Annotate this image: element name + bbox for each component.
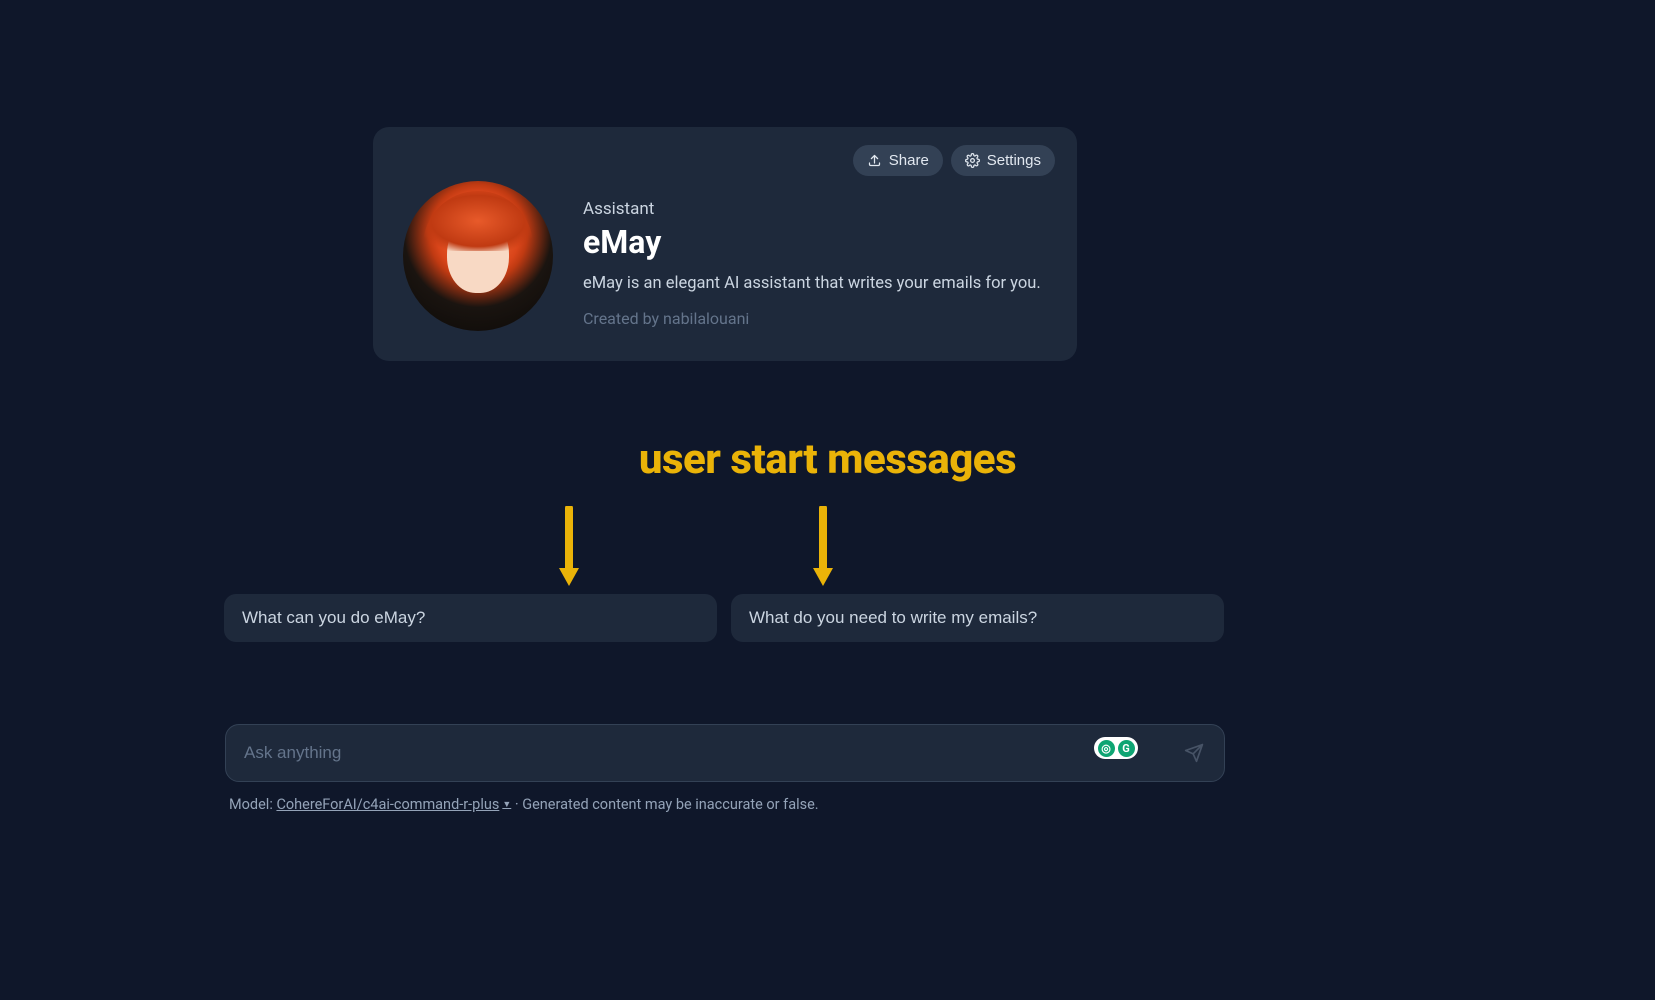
assistant-subtitle: Assistant: [583, 199, 1047, 219]
input-section: ◎ G Model: CohereForAI/c4ai-command-r-pl…: [225, 724, 1225, 813]
annotation-arrow-icon: [558, 506, 580, 588]
card-info: Assistant eMay eMay is an elegant AI ass…: [583, 155, 1047, 328]
share-icon: [867, 153, 882, 168]
model-prefix: Model:: [229, 796, 276, 813]
footer-disclaimer: · Generated content may be inaccurate or…: [511, 796, 818, 813]
chevron-down-icon: ▼: [502, 799, 511, 810]
send-icon[interactable]: [1184, 743, 1204, 763]
suggestion-button[interactable]: What do you need to write my emails?: [731, 594, 1224, 642]
assistant-title: eMay: [583, 223, 1047, 261]
suggestion-row: What can you do eMay? What do you need t…: [224, 594, 1224, 642]
footer-line: Model: CohereForAI/c4ai-command-r-plus ▼…: [225, 796, 1225, 813]
grammarly-icon: G: [1118, 740, 1135, 757]
assistant-creator: Created by nabilalouani: [583, 309, 1047, 328]
model-selector[interactable]: CohereForAI/c4ai-command-r-plus ▼: [276, 796, 511, 813]
grammarly-widget[interactable]: ◎ G: [1094, 737, 1138, 759]
settings-button[interactable]: Settings: [951, 145, 1055, 176]
gear-icon: [965, 153, 980, 168]
share-button[interactable]: Share: [853, 145, 943, 176]
assistant-avatar: [403, 181, 553, 331]
assistant-description: eMay is an elegant AI assistant that wri…: [583, 273, 1047, 295]
card-actions: Share Settings: [853, 145, 1055, 176]
assistant-card: Share Settings Assistant eMay eMay is an…: [373, 127, 1077, 361]
card-body: Assistant eMay eMay is an elegant AI ass…: [403, 155, 1047, 331]
annotation-arrow-icon: [812, 506, 834, 588]
annotation: user start messages: [0, 435, 1655, 484]
settings-label: Settings: [987, 152, 1041, 169]
annotation-text: user start messages: [639, 435, 1016, 484]
grammarly-icon: ◎: [1098, 740, 1115, 757]
chat-input-box[interactable]: ◎ G: [225, 724, 1225, 782]
share-label: Share: [889, 152, 929, 169]
suggestion-button[interactable]: What can you do eMay?: [224, 594, 717, 642]
chat-input[interactable]: [244, 743, 1164, 763]
